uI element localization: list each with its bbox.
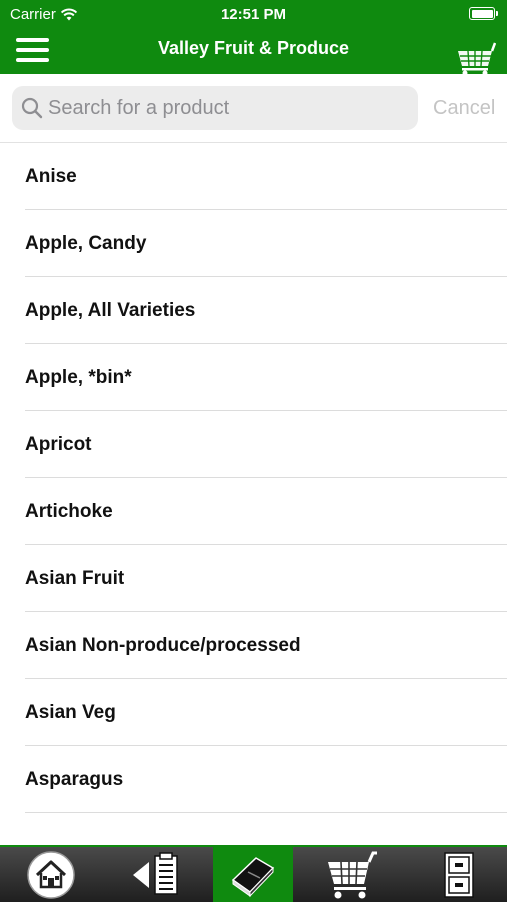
product-name: Asian Veg	[25, 702, 116, 723]
divider	[25, 812, 507, 813]
product-name: Apricot	[25, 434, 92, 455]
list-item[interactable]: Apple, All Varieties	[0, 277, 507, 344]
product-name: Apple, *bin*	[25, 367, 132, 388]
list-item[interactable]: Apricot	[0, 411, 507, 478]
book-icon	[231, 856, 275, 897]
cancel-button[interactable]: Cancel	[433, 97, 495, 120]
product-name: Artichoke	[25, 501, 113, 522]
tab-orders[interactable]	[101, 847, 213, 902]
tab-files[interactable]	[411, 847, 507, 902]
page-title: Valley Fruit & Produce	[157, 38, 350, 58]
product-name: Asparagus	[25, 769, 124, 790]
product-name: Apple, All Varieties	[25, 300, 196, 321]
tab-home[interactable]	[0, 847, 101, 902]
file-cabinet-icon	[444, 851, 474, 898]
product-name: Anise	[25, 166, 77, 187]
status-time: 12:51 PM	[220, 6, 287, 23]
list-item[interactable]: Apple, Candy	[0, 210, 507, 277]
cart-button[interactable]	[456, 42, 497, 76]
search-box[interactable]	[12, 86, 418, 130]
search-bar: Cancel	[0, 74, 507, 143]
clipboard-back-icon	[133, 851, 178, 895]
product-name: Apple, Candy	[25, 233, 147, 254]
product-name: Asian Fruit	[25, 568, 125, 589]
tab-cart[interactable]	[293, 847, 411, 902]
app-header: Carrier 12:51 PM Valley Fruit & Produce	[0, 0, 507, 76]
search-icon	[21, 97, 43, 119]
product-list: Anise Apple, Candy Apple, All Varieties …	[0, 143, 507, 845]
shopping-cart-icon	[458, 42, 497, 76]
list-item[interactable]: Apple, *bin*	[0, 344, 507, 411]
status-bar: Carrier 12:51 PM	[0, 0, 507, 28]
tab-bar	[0, 845, 507, 902]
navigation-bar: Valley Fruit & Produce	[0, 28, 507, 76]
home-icon	[26, 850, 75, 899]
list-item[interactable]: Asian Veg	[0, 679, 507, 746]
list-item[interactable]: Artichoke	[0, 478, 507, 545]
product-name: Asian Non-produce/processed	[25, 635, 301, 656]
tab-catalog[interactable]	[213, 847, 293, 902]
battery-icon	[469, 7, 498, 20]
cart-icon	[328, 851, 377, 898]
list-item[interactable]: Asparagus	[0, 746, 507, 813]
list-item[interactable]: Asian Fruit	[0, 545, 507, 612]
search-input[interactable]	[48, 86, 408, 130]
list-item[interactable]: Asian Non-produce/processed	[0, 612, 507, 679]
list-item[interactable]: Anise	[0, 143, 507, 210]
